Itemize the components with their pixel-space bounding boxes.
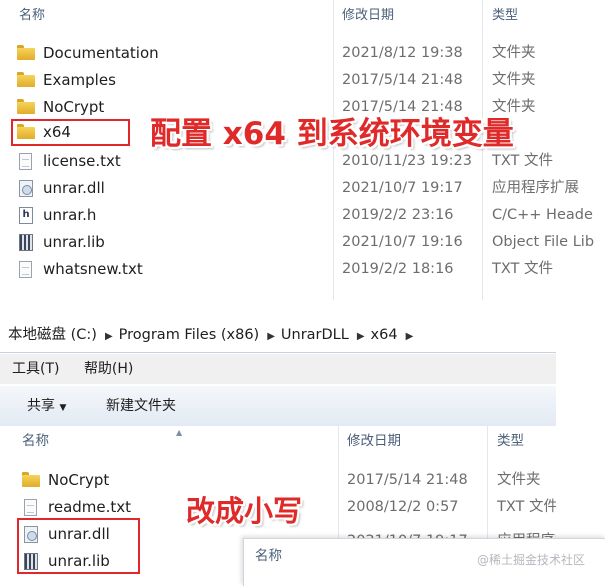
file-type: 文件夹 (492, 45, 536, 61)
lib-file-icon (19, 234, 33, 251)
toolbar: 共享 ▼ 新建文件夹 (0, 386, 556, 427)
menu-tools[interactable]: 工具(T) (12, 361, 59, 377)
file-name: whatsnew.txt (43, 260, 143, 278)
column-header-name[interactable]: 名称 (255, 544, 282, 564)
file-name: NoCrypt (43, 98, 105, 116)
file-name: unrar.lib (43, 233, 105, 251)
annotation-change-to-lowercase: 改成小写 (186, 494, 303, 528)
menu-help[interactable]: 帮助(H) (84, 361, 133, 377)
file-name: unrar.h (43, 206, 97, 224)
column-header-type[interactable]: 类型 (492, 0, 518, 32)
new-folder-button[interactable]: 新建文件夹 (106, 386, 176, 426)
file-row-unrar-h[interactable]: h unrar.h 2019/2/2 23:16 C/C++ Heade (0, 202, 605, 229)
file-row-nocrypt[interactable]: NoCrypt 2017/5/14 21:48 文件夹 (0, 467, 556, 494)
file-type: 文件夹 (497, 472, 541, 488)
breadcrumb-item[interactable]: 本地磁盘 (C:) (8, 327, 97, 343)
folder-icon (17, 45, 35, 60)
file-row-unrar-lib[interactable]: unrar.lib 2021/10/7 19:16 Object File Li… (0, 229, 605, 256)
column-header-type[interactable]: 类型 (497, 426, 524, 456)
chevron-right-icon[interactable]: ▶ (406, 331, 414, 342)
share-button[interactable]: 共享 ▼ (27, 386, 66, 428)
text-file-icon (24, 499, 37, 516)
highlight-box-lowercase-files (17, 518, 140, 574)
file-date: 2019/2/2 18:16 (342, 261, 454, 277)
column-header-date[interactable]: 修改日期 (347, 426, 401, 456)
text-file-icon (19, 153, 32, 170)
breadcrumb-item[interactable]: UnrarDLL (281, 327, 349, 343)
file-date: 2017/5/14 21:48 (342, 72, 463, 88)
header-file-icon: h (19, 207, 33, 224)
highlight-box-x64 (11, 119, 130, 146)
file-name: Documentation (43, 44, 159, 62)
file-type: 文件夹 (492, 72, 536, 88)
file-row-examples[interactable]: Examples 2017/5/14 21:48 文件夹 (0, 67, 605, 94)
file-date: 2021/10/7 19:16 (342, 234, 463, 250)
file-date: 2021/10/7 19:17 (342, 180, 463, 196)
folder-icon (22, 472, 40, 487)
file-row-documentation[interactable]: Documentation 2021/8/12 19:38 文件夹 (0, 40, 605, 67)
chevron-right-icon[interactable]: ▶ (105, 331, 113, 342)
breadcrumb-item[interactable]: Program Files (x86) (119, 327, 260, 343)
file-row-unrar-dll[interactable]: unrar.dll 2021/10/7 19:17 应用程序扩展 (0, 175, 605, 202)
file-type: TXT 文件 (497, 499, 556, 515)
file-date: 2017/5/14 21:48 (347, 472, 468, 488)
chevron-right-icon[interactable]: ▶ (267, 331, 275, 342)
file-row-whatsnew[interactable]: whatsnew.txt 2019/2/2 18:16 TXT 文件 (0, 256, 605, 283)
column-header-row: 名称 ▲ 修改日期 类型 (0, 426, 556, 576)
breadcrumb-item[interactable]: x64 (371, 327, 398, 343)
column-header-date[interactable]: 修改日期 (342, 0, 394, 32)
watermark: @稀土掘金技术社区 (477, 553, 586, 567)
breadcrumb[interactable]: 本地磁盘 (C:) ▶ Program Files (x86) ▶ UnrarDLL ▶ x… (0, 318, 556, 353)
column-header-name[interactable]: 名称 (22, 426, 49, 456)
top-explorer-file-list: 名称 修改日期 类型 Documentation 2021/8/12 19:38… (0, 0, 605, 302)
file-date: 2008/12/2 0:57 (347, 499, 459, 515)
file-name: NoCrypt (48, 471, 110, 489)
file-name: license.txt (43, 152, 121, 170)
share-label: 共享 (27, 398, 55, 414)
dropdown-arrow-icon: ▼ (59, 403, 67, 413)
file-type: C/C++ Heade (492, 207, 593, 223)
file-type: Object File Lib (492, 234, 595, 250)
file-type: 应用程序扩展 (492, 180, 579, 196)
text-file-icon (19, 261, 32, 278)
file-name: readme.txt (48, 498, 132, 516)
annotation-configure-x64: 配置 x64 到系统环境变量 (150, 116, 514, 152)
file-type: TXT 文件 (492, 261, 554, 277)
file-name: unrar.dll (43, 179, 105, 197)
chevron-right-icon[interactable]: ▶ (357, 331, 365, 342)
file-name: Examples (43, 71, 116, 89)
file-date: 2021/8/12 19:38 (342, 45, 463, 61)
column-header-name[interactable]: 名称 (19, 0, 45, 32)
right-edge-blank (556, 318, 605, 538)
file-date: 2019/2/2 23:16 (342, 207, 454, 223)
sort-up-icon: ▲ (176, 428, 183, 437)
menu-bar: 工具(T) 帮助(H) (0, 354, 556, 384)
folder-icon (17, 72, 35, 87)
dll-file-icon (19, 180, 33, 197)
folder-icon (17, 99, 35, 114)
